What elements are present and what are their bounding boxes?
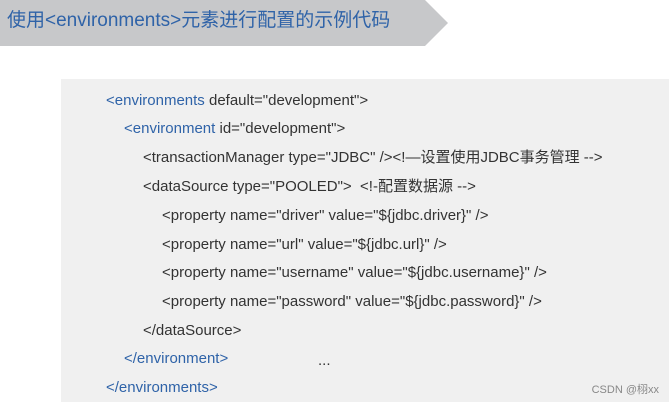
code-line-property-driver: <property name="driver" value="${jdbc.dr… [162, 207, 489, 224]
code-line-property-password: <property name="password" value="${jdbc.… [162, 293, 542, 310]
page-title: 使用<environments>元素进行配置的示例代码 [7, 10, 391, 31]
ellipsis: ... [318, 352, 331, 369]
code-line-datasource-close: </dataSource> [143, 322, 242, 339]
code-line-environment-close: </environment> [124, 350, 229, 367]
code-tag: <environments [106, 92, 205, 109]
code-tag: <environment [124, 120, 216, 137]
code-line-property-username: <property name="username" value="${jdbc.… [162, 264, 547, 281]
code-line-environments-close: </environments> [106, 379, 218, 396]
watermark: CSDN @栩xx [591, 384, 659, 396]
code-attrs: default="development"> [204, 92, 369, 109]
code-line-datasource-open: <dataSource type="POOLED"> <!-配置数据源 --> [143, 178, 476, 195]
code-line-property-url: <property name="url" value="${jdbc.url}"… [162, 236, 447, 253]
code-line-environment-open: <environment id="development"> [124, 120, 345, 138]
code-line-environments-open: <environments default="development"> [106, 92, 368, 110]
code-line-transaction-manager: <transactionManager type="JDBC" /><!—设置使… [143, 149, 603, 166]
code-attrs: id="development"> [215, 120, 346, 137]
